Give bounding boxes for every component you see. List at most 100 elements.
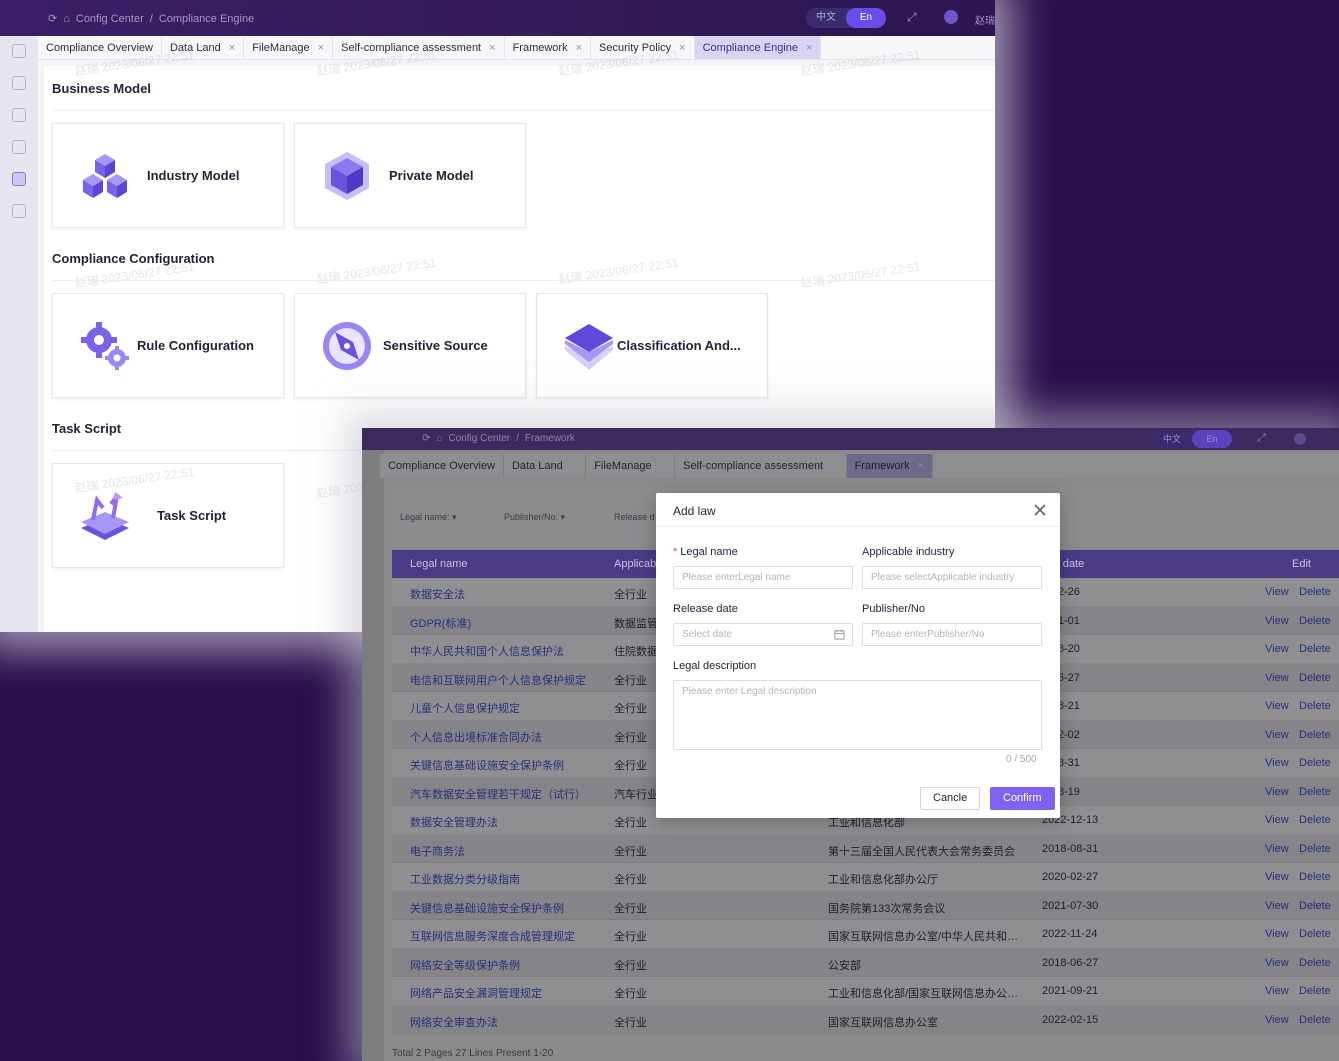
delete-link[interactable]: Delete — [1299, 814, 1331, 826]
language-toggle[interactable]: 中文 En — [806, 8, 886, 28]
task-script-card[interactable]: Task Script — [52, 463, 284, 568]
delete-link[interactable]: Delete — [1299, 843, 1331, 855]
view-link[interactable]: View — [1265, 729, 1289, 741]
sensitive-source-card[interactable]: Sensitive Source — [294, 293, 526, 398]
tab-self-compliance[interactable]: Self-compliance assessment × — [675, 454, 847, 478]
close-icon[interactable]: × — [831, 460, 837, 472]
users-icon[interactable] — [12, 108, 26, 122]
delete-link[interactable]: Delete — [1299, 871, 1331, 883]
private-model-card[interactable]: Private Model — [294, 123, 526, 228]
tab-filemanage[interactable]: FileManage × — [244, 36, 334, 59]
legal-name-cell[interactable]: 工业数据分类分级指南 — [410, 871, 600, 887]
view-link[interactable]: View — [1265, 586, 1289, 598]
delete-link[interactable]: Delete — [1299, 1014, 1331, 1026]
delete-link[interactable]: Delete — [1299, 900, 1331, 912]
close-icon[interactable]: × — [679, 42, 685, 54]
close-icon[interactable]: × — [806, 42, 812, 54]
refresh-icon[interactable]: ⟳ — [48, 12, 57, 25]
view-link[interactable]: View — [1265, 928, 1289, 940]
lang-en[interactable]: En — [846, 8, 886, 28]
view-link[interactable]: View — [1265, 814, 1289, 826]
legal-name-cell[interactable]: 关键信息基础设施安全保护条例 — [410, 757, 600, 773]
fullscreen-icon[interactable]: ⤢ — [907, 10, 917, 25]
filter-legal-name[interactable]: Legal name: ▾ — [400, 512, 457, 523]
lang-en[interactable]: En — [1192, 430, 1232, 448]
close-icon[interactable]: × — [918, 460, 924, 472]
tab-framework[interactable]: Framework × — [846, 454, 934, 478]
home-icon[interactable]: ⌂ — [63, 13, 70, 25]
delete-link[interactable]: Delete — [1299, 586, 1331, 598]
database-icon[interactable] — [12, 172, 26, 186]
industry-model-card[interactable]: Industry Model — [52, 123, 284, 228]
lang-zh[interactable]: 中文 — [1152, 430, 1192, 448]
user-name[interactable]: 赵瑞 — [975, 12, 995, 27]
delete-link[interactable]: Delete — [1299, 786, 1331, 798]
view-link[interactable]: View — [1265, 871, 1289, 883]
chart-icon[interactable] — [12, 76, 26, 90]
legal-name-cell[interactable]: 网络产品安全漏洞管理规定 — [410, 985, 600, 1001]
view-link[interactable]: View — [1265, 757, 1289, 769]
close-icon[interactable] — [1032, 502, 1048, 518]
delete-link[interactable]: Delete — [1299, 700, 1331, 712]
close-icon[interactable]: × — [489, 42, 495, 54]
tab-compliance-overview[interactable]: Compliance Overview — [38, 36, 162, 59]
view-link[interactable]: View — [1265, 957, 1289, 969]
classification-card[interactable]: Classification And... — [536, 293, 768, 398]
delete-link[interactable]: Delete — [1299, 957, 1331, 969]
delete-link[interactable]: Delete — [1299, 672, 1331, 684]
legal-name-cell[interactable]: 互联网信息服务深度合成管理规定 — [410, 928, 600, 944]
breadcrumb-item[interactable]: Config Center — [76, 13, 144, 25]
breadcrumb-item[interactable]: Config Center — [448, 433, 510, 444]
tab-security-policy[interactable]: Security Policy × — [591, 36, 695, 59]
view-link[interactable]: View — [1265, 672, 1289, 684]
calendar-icon[interactable] — [834, 629, 845, 640]
legal-name-cell[interactable]: 数据安全管理办法 — [410, 814, 600, 830]
tab-framework[interactable]: Framework × — [505, 36, 592, 59]
legal-name-cell[interactable]: 个人信息出境标准合同办法 — [410, 729, 600, 745]
legal-name-cell[interactable]: 网络安全审查办法 — [410, 1014, 600, 1030]
view-link[interactable]: View — [1265, 985, 1289, 997]
tab-compliance-overview[interactable]: Compliance Overview — [380, 454, 504, 478]
legal-name-cell[interactable]: 数据安全法 — [410, 586, 600, 602]
close-icon[interactable]: × — [318, 42, 324, 54]
lang-zh[interactable]: 中文 — [806, 8, 846, 28]
legal-name-cell[interactable]: 电子商务法 — [410, 843, 600, 859]
rule-configuration-card[interactable]: Rule Configuration — [52, 293, 284, 398]
view-link[interactable]: View — [1265, 615, 1289, 627]
publisher-input[interactable] — [862, 623, 1042, 646]
confirm-button[interactable]: Confirm — [990, 787, 1055, 810]
language-toggle[interactable]: 中文 En — [1152, 430, 1232, 448]
release-date-picker[interactable] — [673, 623, 853, 646]
filter-release[interactable]: Release d — [614, 512, 655, 522]
search-icon[interactable] — [12, 140, 26, 154]
close-icon[interactable]: × — [576, 42, 582, 54]
tab-compliance-engine[interactable]: Compliance Engine × — [694, 36, 822, 59]
industry-select[interactable] — [862, 566, 1042, 589]
tab-data-land[interactable]: Data Land × — [162, 36, 245, 59]
refresh-icon[interactable]: ⟳ — [422, 433, 430, 444]
legal-name-cell[interactable]: 汽车数据安全管理若干规定（试行） — [410, 786, 600, 802]
legal-name-cell[interactable]: 电信和互联网用户个人信息保护规定 — [410, 672, 600, 688]
view-link[interactable]: View — [1265, 786, 1289, 798]
delete-link[interactable]: Delete — [1299, 985, 1331, 997]
tab-filemanage[interactable]: FileManage × — [586, 454, 676, 478]
legal-name-cell[interactable]: 网络安全等级保护条例 — [410, 957, 600, 973]
legal-name-cell[interactable]: 中华人民共和国个人信息保护法 — [410, 643, 600, 659]
delete-link[interactable]: Delete — [1299, 643, 1331, 655]
description-textarea[interactable] — [673, 680, 1042, 750]
fullscreen-icon[interactable]: ⤢ — [1257, 432, 1266, 445]
tab-data-land[interactable]: Data Land × — [504, 454, 587, 478]
view-link[interactable]: View — [1265, 700, 1289, 712]
view-link[interactable]: View — [1265, 900, 1289, 912]
legal-name-cell[interactable]: 关键信息基础设施安全保护条例 — [410, 900, 600, 916]
view-link[interactable]: View — [1265, 643, 1289, 655]
delete-link[interactable]: Delete — [1299, 928, 1331, 940]
filter-publisher[interactable]: Publisher/No: ▾ — [504, 512, 565, 523]
avatar[interactable] — [1294, 433, 1306, 445]
home-icon[interactable]: ⌂ — [436, 433, 442, 444]
tab-self-compliance[interactable]: Self-compliance assessment × — [333, 36, 505, 59]
avatar[interactable] — [944, 10, 958, 24]
legal-name-cell[interactable]: GDPR(标准) — [410, 615, 600, 631]
close-icon[interactable]: × — [660, 460, 666, 472]
delete-link[interactable]: Delete — [1299, 757, 1331, 769]
